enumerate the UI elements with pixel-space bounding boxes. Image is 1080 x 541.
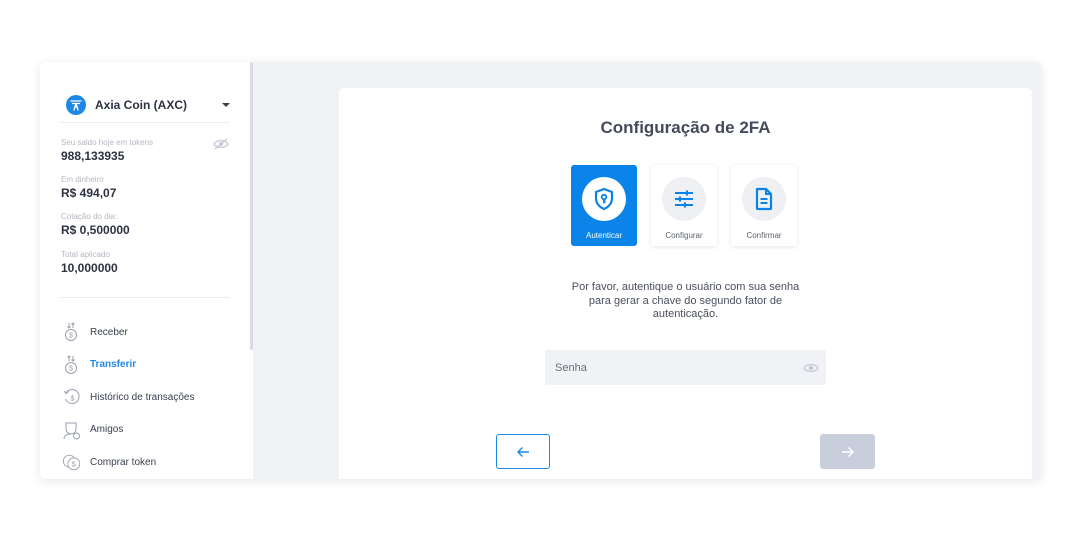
document-icon [755, 187, 773, 211]
transfer-money-icon: $ [62, 355, 82, 375]
divider [60, 122, 230, 123]
page-title: Configuração de 2FA [600, 118, 771, 137]
balance-money: Em dinheiro R$ 494,07 [61, 175, 116, 201]
step-icon-circle [742, 177, 786, 221]
total-applied: Total aplicado 10,000000 [61, 250, 118, 276]
next-button[interactable] [820, 434, 875, 469]
svg-text:$: $ [71, 396, 75, 403]
stat-value: R$ 494,07 [61, 186, 117, 200]
stepper: Autenticar Configurar Confirmar [571, 165, 797, 246]
eye-icon[interactable] [803, 362, 819, 374]
coin-name: Axia Coin (AXC) [95, 98, 188, 112]
friends-icon [62, 420, 82, 440]
sidebar-item-receber[interactable]: $ Receber [62, 316, 195, 349]
sidebar-item-label: Comprar token [90, 456, 157, 468]
sliders-icon [675, 190, 693, 208]
step-autenticar[interactable]: Autenticar [571, 165, 637, 246]
history-icon: $ [62, 387, 82, 407]
instructions-text: Por favor, autentique o usuário com sua … [535, 281, 836, 322]
sidebar-item-label: Transferir [90, 359, 137, 371]
daily-quote: Cotação do dia: R$ 0,500000 [61, 212, 130, 238]
step-configurar[interactable]: Configurar [651, 165, 717, 246]
stat-label: Cotação do dia: [61, 212, 118, 221]
step-label: Configurar [665, 231, 703, 240]
instructions-line: Por favor, autentique o usuário com sua … [571, 281, 800, 293]
step-icon-circle [582, 177, 626, 221]
sidebar-item-comprar-token[interactable]: $ Comprar token [62, 446, 195, 479]
stat-label: Em dinheiro [61, 175, 104, 184]
password-field [545, 350, 826, 385]
step-confirmar[interactable]: Confirmar [731, 165, 797, 246]
step-label: Autenticar [585, 231, 623, 240]
sidebar-item-label: Histórico de transações [90, 391, 195, 403]
back-button[interactable] [496, 434, 550, 469]
svg-text:$: $ [69, 365, 73, 372]
stat-label: Total aplicado [61, 250, 110, 259]
receive-money-icon: $ [62, 322, 82, 342]
arrow-right-icon [841, 446, 854, 457]
sidebar-item-label: Amigos [90, 424, 124, 436]
instructions-line: para gerar a chave do segundo fator de [588, 294, 783, 307]
eye-off-icon[interactable] [213, 138, 229, 150]
sidebar-item-label: Receber [90, 326, 128, 338]
twofa-card: Configuração de 2FA Autenticar Configura… [339, 88, 1032, 479]
instructions-line: autenticação. [652, 308, 719, 320]
axia-logo-icon [66, 95, 86, 115]
stat-value: 10,000000 [61, 261, 118, 275]
coin-selector[interactable]: Axia Coin (AXC) [66, 94, 232, 116]
step-label: Confirmar [746, 231, 782, 240]
stat-value: R$ 0,500000 [61, 223, 130, 237]
sidebar-menu: $ Receber $ Transferir $ Histórico de tr… [62, 316, 195, 479]
balance-tokens: Seu saldo hoje em tokens 988,133935 [61, 138, 153, 164]
sidebar-item-historico[interactable]: $ Histórico de transações [62, 381, 195, 414]
stat-label: Seu saldo hoje em tokens [61, 138, 154, 147]
stat-value: 988,133935 [61, 149, 125, 163]
sidebar: Axia Coin (AXC) Seu saldo hoje em tokens… [40, 62, 253, 479]
buy-token-icon: $ [62, 452, 82, 472]
sidebar-item-amigos[interactable]: Amigos [62, 414, 195, 447]
step-icon-circle [662, 177, 706, 221]
sidebar-scrollbar[interactable] [250, 62, 253, 350]
svg-text:$: $ [69, 333, 73, 340]
sidebar-item-transferir[interactable]: $ Transferir [62, 349, 195, 382]
app-window: Axia Coin (AXC) Seu saldo hoje em tokens… [40, 62, 1041, 479]
svg-text:$: $ [72, 460, 76, 469]
divider [60, 297, 230, 298]
password-input[interactable] [545, 350, 803, 385]
chevron-down-icon [222, 103, 230, 107]
arrow-left-icon [517, 446, 529, 457]
shield-key-icon [594, 187, 614, 211]
